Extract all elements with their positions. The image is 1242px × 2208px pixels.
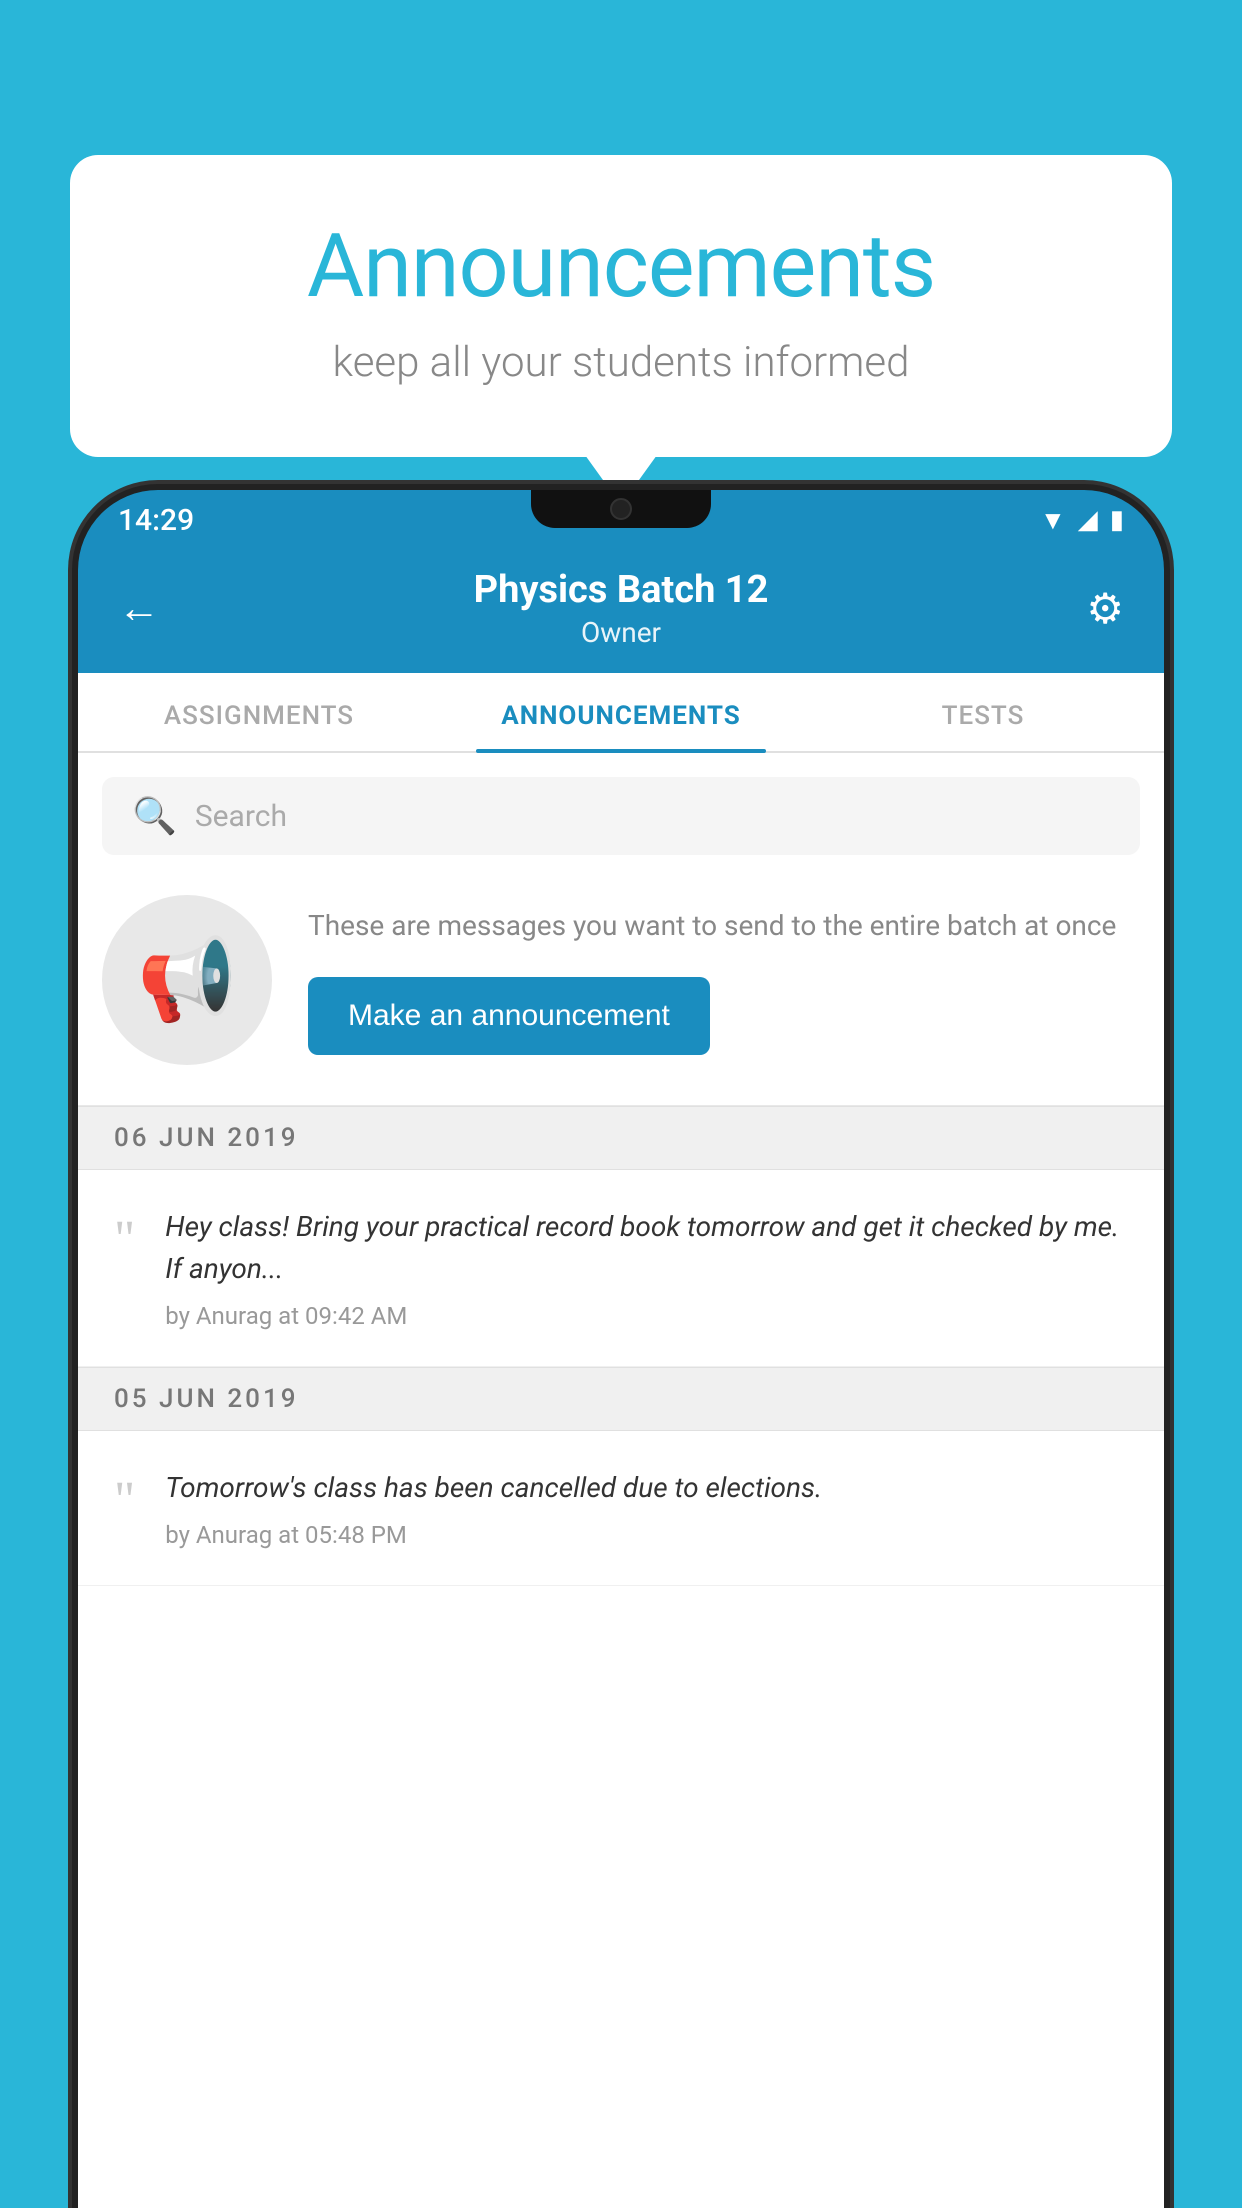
wifi-icon: ▼ (1040, 505, 1066, 536)
bubble-title: Announcements (150, 215, 1092, 318)
megaphone-icon: 📢 (137, 933, 237, 1027)
signal-icon: ◢ (1078, 505, 1098, 535)
phone-frame: 14:29 ▼ ◢ ▮ ← Physics Batch 12 Owner ⚙ A… (78, 490, 1164, 2208)
announcement-content-1: Hey class! Bring your practical record b… (165, 1206, 1128, 1330)
announcement-item-1[interactable]: " Hey class! Bring your practical record… (78, 1170, 1164, 1367)
search-icon: 🔍 (132, 795, 177, 837)
date-separator-2: 05 JUN 2019 (78, 1367, 1164, 1431)
app-header: ← Physics Batch 12 Owner ⚙ (78, 550, 1164, 673)
gear-button[interactable]: ⚙ (1064, 584, 1124, 634)
header-subtitle: Owner (474, 616, 769, 649)
date-separator-1: 06 JUN 2019 (78, 1106, 1164, 1170)
announcement-text-1: Hey class! Bring your practical record b… (165, 1206, 1128, 1290)
header-title: Physics Batch 12 (474, 568, 769, 612)
quote-icon-1: " (114, 1214, 135, 1266)
tab-tests[interactable]: TESTS (802, 673, 1164, 751)
announcement-meta-2: by Anurag at 05:48 PM (165, 1521, 1128, 1549)
announcement-content-2: Tomorrow's class has been cancelled due … (165, 1467, 1128, 1549)
make-announcement-button[interactable]: Make an announcement (308, 977, 710, 1055)
search-bar[interactable]: 🔍 Search (102, 777, 1140, 855)
phone-content: 🔍 Search 📢 These are messages you want t… (78, 753, 1164, 2208)
announcement-text-2: Tomorrow's class has been cancelled due … (165, 1467, 1128, 1509)
quote-icon-2: " (114, 1475, 135, 1527)
tabs-bar: ASSIGNMENTS ANNOUNCEMENTS TESTS (78, 673, 1164, 753)
battery-icon: ▮ (1110, 505, 1124, 535)
announcement-icon-circle: 📢 (102, 895, 272, 1065)
status-icons: ▼ ◢ ▮ (1040, 505, 1124, 536)
announcement-right: These are messages you want to send to t… (308, 905, 1140, 1055)
speech-bubble: Announcements keep all your students inf… (70, 155, 1172, 457)
front-camera (610, 498, 632, 520)
phone-notch (531, 490, 711, 528)
bubble-subtitle: keep all your students informed (150, 338, 1092, 387)
announcement-description: These are messages you want to send to t… (308, 905, 1140, 947)
header-title-block: Physics Batch 12 Owner (474, 568, 769, 649)
tab-announcements[interactable]: ANNOUNCEMENTS (440, 673, 802, 751)
announcement-item-2[interactable]: " Tomorrow's class has been cancelled du… (78, 1431, 1164, 1586)
search-placeholder: Search (195, 799, 287, 834)
back-button[interactable]: ← (118, 584, 178, 633)
speech-bubble-section: Announcements keep all your students inf… (70, 155, 1172, 457)
tab-assignments[interactable]: ASSIGNMENTS (78, 673, 440, 751)
status-time: 14:29 (118, 503, 194, 538)
announcement-meta-1: by Anurag at 09:42 AM (165, 1302, 1128, 1330)
announcement-empty-state: 📢 These are messages you want to send to… (78, 855, 1164, 1106)
